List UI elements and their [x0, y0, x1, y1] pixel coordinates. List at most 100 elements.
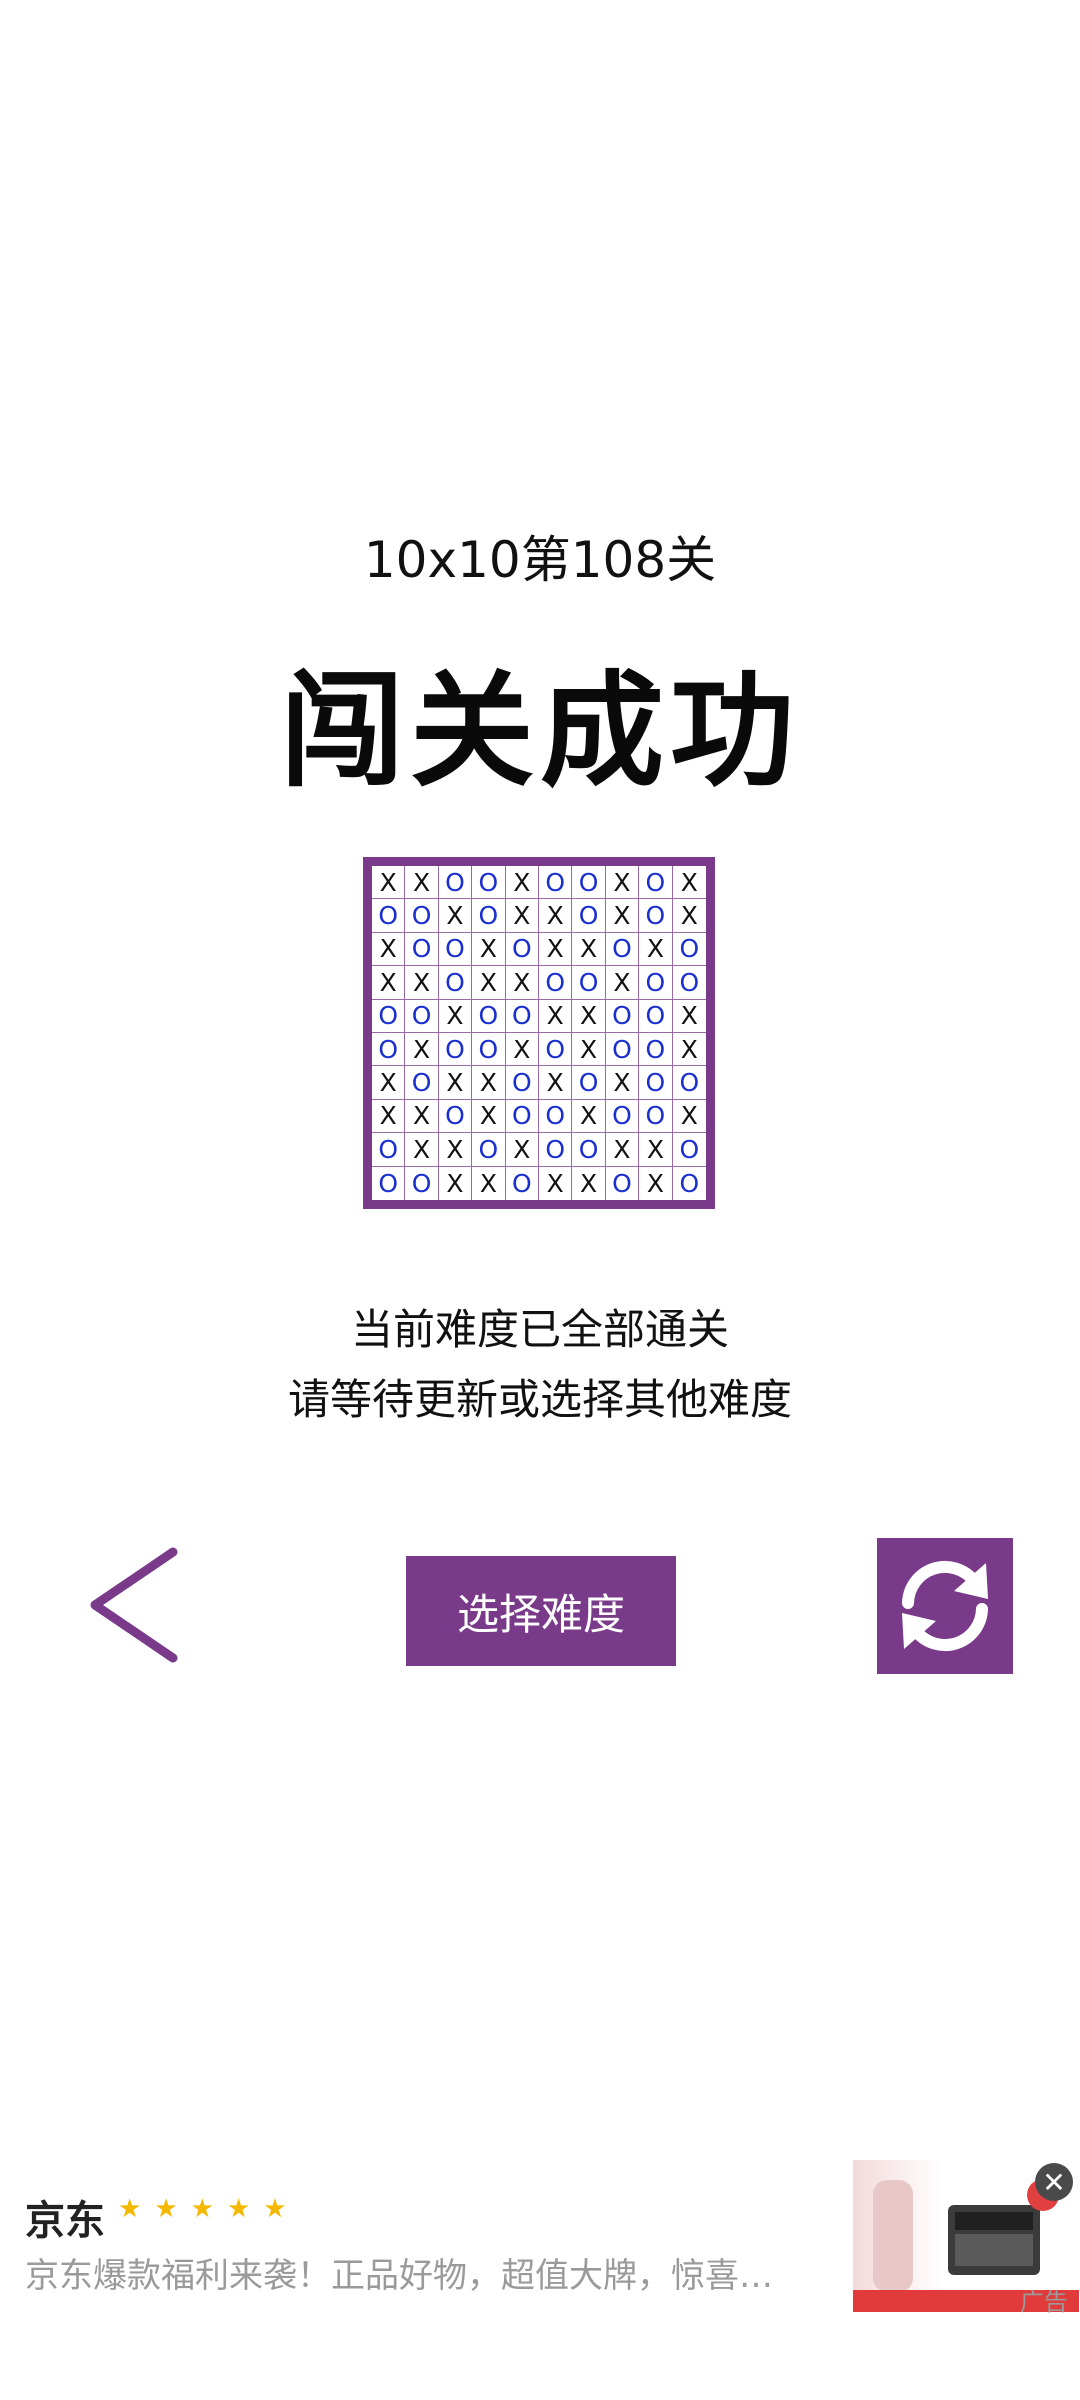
board-cell: X — [438, 1133, 473, 1167]
board-cell: O — [372, 1166, 406, 1200]
close-icon: ✕ — [1042, 2165, 1066, 2199]
board-cell: O — [438, 866, 473, 900]
board-cell: O — [539, 866, 573, 900]
refresh-button[interactable] — [877, 1538, 1013, 1674]
board-cell: X — [605, 1133, 640, 1167]
star-icon: ★ — [263, 2194, 287, 2224]
board-cell: O — [572, 1133, 606, 1167]
board-cell: X — [639, 1133, 673, 1167]
board-cell: O — [438, 1099, 473, 1134]
board-cell: X — [539, 1166, 573, 1200]
board-cell: X — [438, 999, 473, 1033]
board-cell: X — [372, 1099, 406, 1134]
board-cell: O — [639, 999, 673, 1033]
star-icon: ★ — [118, 2194, 142, 2224]
board-cell: O — [672, 1066, 706, 1100]
game-board: XXOOXOOXOXOOXOXXOXOXXOOXOXXOXOXXOXXOOXOO… — [363, 857, 715, 1209]
board-cell: X — [472, 1099, 506, 1134]
board-cell: X — [639, 932, 673, 967]
board-cell: O — [539, 966, 573, 1000]
board-cell: X — [572, 1166, 606, 1200]
board-cell: O — [472, 866, 506, 900]
board-cell: O — [539, 1033, 573, 1067]
board-cell: X — [572, 932, 606, 967]
refresh-icon — [902, 1561, 988, 1651]
ad-title[interactable]: 京东 — [25, 2188, 105, 2246]
board-cell: O — [639, 899, 673, 933]
board-cell: X — [605, 866, 640, 900]
board-cell: X — [539, 932, 573, 967]
board-cell: X — [438, 1066, 473, 1100]
board-cell: O — [505, 999, 539, 1033]
board-cell: O — [672, 933, 706, 967]
board-cell: O — [605, 1099, 640, 1134]
board-cell: O — [639, 1099, 673, 1134]
board-cell: X — [539, 1066, 573, 1100]
choose-difficulty-button[interactable]: 选择难度 — [406, 1556, 676, 1666]
board-cell: X — [672, 899, 706, 933]
star-icon: ★ — [226, 2194, 251, 2224]
level-label: 10x10第108关 — [363, 531, 717, 589]
close-ad-button[interactable]: ✕ — [1035, 2163, 1073, 2201]
board-cell: X — [405, 1133, 439, 1167]
board-cell: O — [639, 1033, 673, 1067]
board-cell: X — [372, 1066, 406, 1100]
board-cell: O — [572, 966, 606, 1000]
board-cell: X — [505, 1033, 539, 1067]
chevron-left-icon — [90, 1547, 178, 1663]
board-cell: O — [405, 1066, 439, 1100]
board-cell: O — [372, 1133, 406, 1167]
board-cell: O — [438, 1033, 473, 1067]
back-button[interactable] — [85, 1540, 195, 1670]
success-title: 闯关成功 — [279, 660, 800, 804]
board-cell: O — [572, 899, 606, 933]
board-cell: X — [572, 1099, 606, 1134]
board-cell: O — [539, 1133, 573, 1167]
board-cell: O — [605, 1033, 640, 1067]
board-cell: X — [405, 966, 439, 1000]
board-cell: O — [539, 1099, 573, 1134]
board-cell: O — [472, 1133, 506, 1167]
board-cell: O — [438, 966, 473, 1000]
board-cell: X — [572, 999, 606, 1033]
board-cell: O — [605, 999, 640, 1033]
board-cell: X — [472, 1066, 506, 1100]
board-cell: O — [639, 966, 673, 1000]
board-cell: X — [505, 966, 539, 1000]
board-cell: O — [572, 866, 606, 900]
board-cell: O — [472, 1033, 506, 1067]
board-cell: O — [672, 966, 706, 1000]
board-cell: X — [372, 932, 406, 967]
board-cell: X — [472, 966, 506, 1000]
board-cell: O — [505, 932, 539, 967]
board-cell: X — [605, 899, 640, 933]
board-cell: X — [539, 999, 573, 1033]
board-cell: X — [372, 866, 406, 900]
star-icon: ★ — [190, 2194, 214, 2224]
board-cell: O — [672, 1133, 706, 1167]
board-cell: X — [539, 899, 573, 933]
board-cell: X — [505, 866, 539, 900]
message-line-2: 请等待更新或选择其他难度 — [287, 1375, 792, 1424]
ad-label: 广告 — [1020, 2288, 1068, 2316]
board-cell: O — [606, 1166, 640, 1200]
board-cell: O — [472, 899, 506, 933]
board-cell: O — [506, 1166, 539, 1200]
board-cell: O — [505, 1066, 539, 1100]
completion-message: 当前难度已全部通关 请等待更新或选择其他难度 — [0, 1295, 1080, 1435]
board-cell: X — [438, 899, 473, 933]
board-cell: X — [372, 966, 406, 1000]
board-cell: O — [405, 999, 439, 1033]
message-line-1: 当前难度已全部通关 — [350, 1305, 729, 1354]
board-cell: O — [679, 1168, 700, 1198]
board-cell: O — [405, 899, 439, 933]
board-cell: X — [472, 932, 506, 967]
board-cell: X — [672, 1000, 706, 1033]
board-cell: X — [405, 866, 439, 900]
board-cell: O — [438, 932, 473, 967]
board-cell: X — [405, 1033, 439, 1067]
board-cell: O — [639, 1066, 673, 1100]
board-cell: X — [505, 1133, 539, 1167]
board-cell: X — [672, 866, 706, 900]
ad-description[interactable]: 京东爆款福利来袭！正品好物，超值大牌，惊喜… — [25, 2248, 825, 2297]
